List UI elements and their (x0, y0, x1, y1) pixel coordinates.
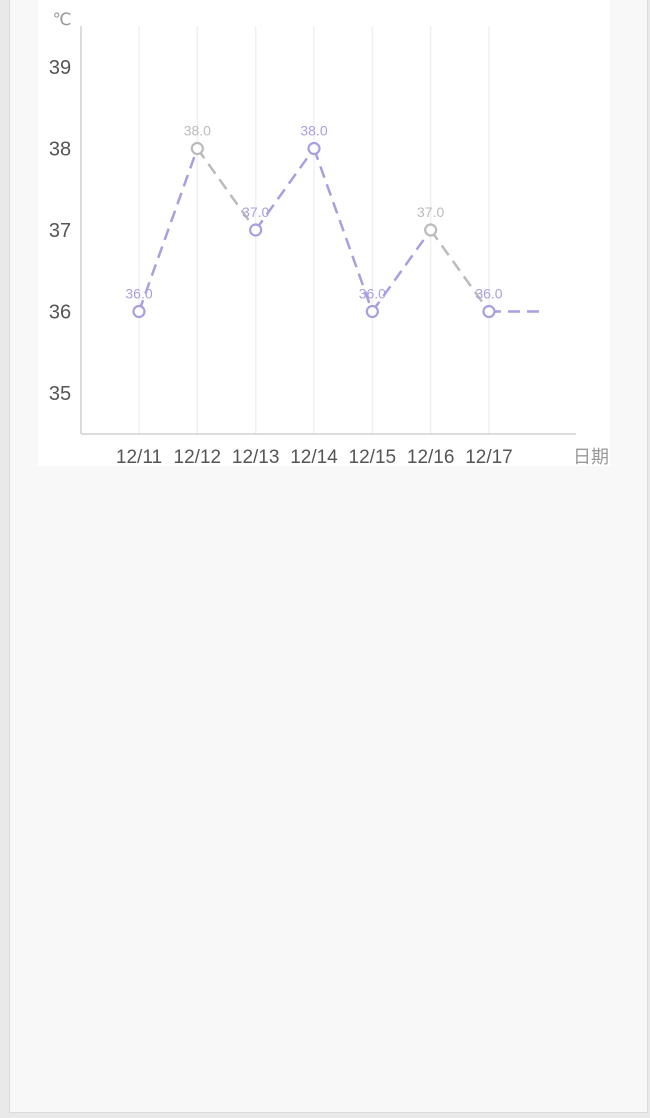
data-label: 38.0 (300, 123, 327, 139)
y-tick-label: 39 (49, 57, 71, 79)
y-tick-label: 35 (49, 383, 71, 405)
data-point (307, 141, 321, 156)
data-point (190, 141, 204, 156)
data-point (482, 304, 496, 319)
data-label: 38.0 (184, 123, 211, 139)
data-label: 37.0 (242, 204, 269, 220)
data-label: 37.0 (417, 204, 444, 220)
x-tick-label: 12/13 (232, 447, 280, 468)
data-point (249, 223, 263, 237)
data-label: 36.0 (125, 286, 152, 302)
x-tick-label: 12/12 (174, 447, 222, 468)
y-tick-label: 38 (49, 139, 71, 161)
x-unit-label: 日期 (573, 447, 609, 468)
y-unit-label: ℃ (52, 10, 71, 29)
temperature-chart: ℃ 日期 39 38 37 36 35 12/11 12/12 12/13 12/14 12/1… (49, 10, 609, 468)
x-tick-label: 12/14 (290, 447, 338, 468)
data-label: 36.0 (359, 286, 386, 302)
y-tick-label: 36 (49, 302, 71, 324)
data-point (132, 304, 146, 319)
data-point (424, 223, 438, 237)
x-tick-label: 12/17 (465, 447, 513, 468)
data-label: 36.0 (475, 286, 502, 302)
data-point (365, 304, 379, 319)
y-tick-label: 37 (49, 220, 71, 242)
x-tick-label: 12/16 (407, 447, 455, 468)
x-tick-label: 12/15 (349, 447, 397, 468)
x-tick-label: 12/11 (116, 447, 162, 468)
